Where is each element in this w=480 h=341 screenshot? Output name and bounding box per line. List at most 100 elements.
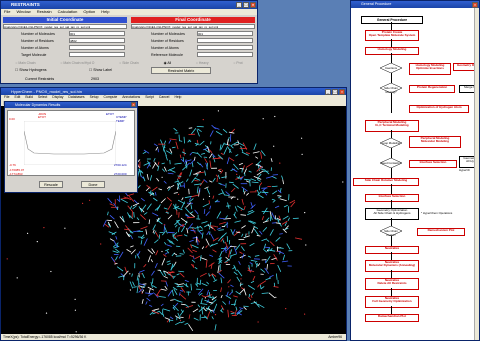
bond-line (179, 316, 184, 318)
water-atom (50, 270, 52, 273)
menu-file[interactable]: File (4, 9, 10, 15)
option-main-chain[interactable]: ○ Main Chain (15, 61, 35, 65)
bond-line (163, 275, 169, 279)
bond-line (209, 160, 212, 168)
water-atom (257, 321, 259, 323)
water-atom (64, 227, 66, 229)
bond-line (154, 263, 158, 269)
node-remechanism-plot[interactable]: Remechanism Plot (417, 228, 465, 236)
bond-line (249, 180, 251, 187)
bond-line (188, 324, 194, 332)
bond-line (218, 229, 224, 231)
bond-line (187, 247, 193, 254)
bond-line (229, 253, 237, 257)
final-path-field[interactable]: Analysis(or)\11E1-OH-PNOX_model_res_sol_… (131, 24, 255, 29)
bond-line (146, 203, 152, 210)
node-protein-create[interactable]: Protein Create Open Template Molecule Sy… (365, 30, 419, 41)
left-molecules-field[interactable]: 001 (69, 31, 125, 36)
node-side-chain-rotamer[interactable]: Side Chain Rotamer Modeling (353, 178, 419, 186)
bond-line (294, 237, 303, 240)
restraints-title: RESTRAINTS (11, 2, 40, 7)
bond-line (205, 238, 210, 246)
minimize-button[interactable]: _ (325, 89, 331, 95)
bond-line (164, 252, 168, 255)
bond-line (199, 180, 205, 187)
bond-line (153, 158, 156, 162)
menu-option[interactable]: Option (83, 9, 95, 15)
node-neutralize[interactable]: Neutralize (365, 246, 419, 254)
node-neutralize-full-geom[interactable]: Neutralize Full Geometry Optimization (365, 296, 419, 308)
maximize-button[interactable]: □ (243, 2, 249, 8)
bond-line (171, 289, 174, 296)
bond-line (228, 181, 234, 184)
bond-line (161, 162, 165, 165)
target-molecule-field[interactable] (69, 52, 125, 57)
node-neutralize-delete[interactable]: Neutralize Delete All Restraints (365, 278, 419, 290)
bond-line (194, 180, 199, 182)
bond-line (256, 189, 260, 195)
energy-trace (24, 121, 116, 165)
menu-restrain[interactable]: Restrain (37, 9, 52, 15)
bond-line (176, 273, 180, 276)
right-atoms-field[interactable] (197, 45, 253, 50)
bond-line (212, 225, 217, 227)
option-main-chain-hyd[interactable]: ○ Main Chain w/Hyd O (60, 61, 94, 65)
minimize-button[interactable]: _ (236, 2, 242, 8)
bond-line (175, 245, 181, 247)
right-residues-field[interactable] (197, 38, 253, 43)
node-homology-modeling[interactable]: Homology Modeling (365, 47, 419, 55)
maximize-button[interactable]: □ (332, 89, 338, 95)
rescale-button[interactable]: Rescale (39, 181, 63, 188)
node-protein-regeneration[interactable]: Protein Regeneration (409, 85, 455, 93)
node-peripheral-terminal[interactable]: Peripheral Modeling N-,C Terminal Modeli… (365, 120, 419, 132)
node-peripheral-molecular[interactable]: Peripheral Modeling Molecular Modeling (409, 136, 461, 148)
bond-line (210, 299, 217, 305)
menu-help[interactable]: Help (101, 9, 109, 15)
menu-calculation[interactable]: Calculation (58, 9, 78, 15)
right-molecules-field[interactable]: 001 (197, 31, 253, 36)
reference-molecule-field[interactable] (197, 52, 253, 57)
show-hydrogens-checkbox[interactable]: ☐ Show Hydrogens (15, 68, 47, 72)
node-ramachandran-plot[interactable]: Ramachandran Plot (365, 314, 419, 322)
bond-line (138, 269, 145, 273)
restraints-titlebar[interactable]: RESTRAINTS _ □ × (1, 1, 257, 9)
option-all[interactable]: ◉ All (164, 61, 172, 65)
node-optimization-hydrogen[interactable]: Optimization of Hydrogen Atom (409, 105, 469, 113)
bond-line (166, 260, 171, 263)
left-residues-field[interactable]: 4802 (69, 38, 125, 43)
flowchart-titlebar[interactable]: General Procedure × (351, 1, 479, 8)
node-geometry-optimization[interactable]: Geometry Optimization All Side Chain & H… (365, 208, 419, 220)
dynamics-titlebar[interactable]: Molecular Dynamics Results × (5, 102, 137, 108)
flowchart-scrollbar[interactable] (474, 8, 479, 340)
bond-line (236, 276, 241, 282)
node-optimize-insertions[interactable]: Homology Modeling Optimize Insertions (409, 63, 451, 75)
bond-line (265, 277, 272, 281)
menu-window[interactable]: Window (16, 9, 30, 15)
bond-line (278, 195, 282, 199)
bond-line (190, 229, 196, 232)
bond-line (189, 152, 193, 156)
bond-line (169, 148, 173, 154)
restraint-matrix-button[interactable]: Restraint Matrix (151, 67, 211, 74)
bond-line (234, 206, 238, 212)
bond-line (128, 228, 132, 234)
bond-line (238, 261, 241, 265)
initial-path-field[interactable]: Analysis(or)\11E1-OH-PNOX_model_res_sol_… (3, 24, 127, 29)
bond-line (241, 186, 248, 192)
close-button[interactable]: × (339, 89, 345, 95)
option-side-chain[interactable]: ○ Side Chain (119, 61, 139, 65)
done-button[interactable]: Done (81, 181, 105, 188)
bond-line (233, 271, 238, 276)
close-button[interactable]: × (131, 102, 136, 107)
bond-line (136, 285, 139, 294)
show-label-checkbox[interactable]: ☐ Show Label (89, 68, 112, 72)
hyperchem-titlebar[interactable]: HyperChem - PNOX_model_res_sol.hin _ □ × (1, 88, 346, 95)
node-neutralize-dynamics[interactable]: Neutralize Molecular Dynamics (Annealing… (365, 260, 419, 272)
left-atoms-field[interactable] (69, 45, 125, 50)
node-interface-selection-2[interactable]: Interface Selection (365, 194, 419, 202)
bond-line (183, 136, 185, 144)
option-prot[interactable]: ○ Prot (233, 61, 242, 65)
node-interface-selection-1[interactable]: Interface Selection (409, 160, 457, 168)
close-button[interactable]: × (250, 2, 256, 8)
option-heavy[interactable]: ○ Heavy (196, 61, 209, 65)
